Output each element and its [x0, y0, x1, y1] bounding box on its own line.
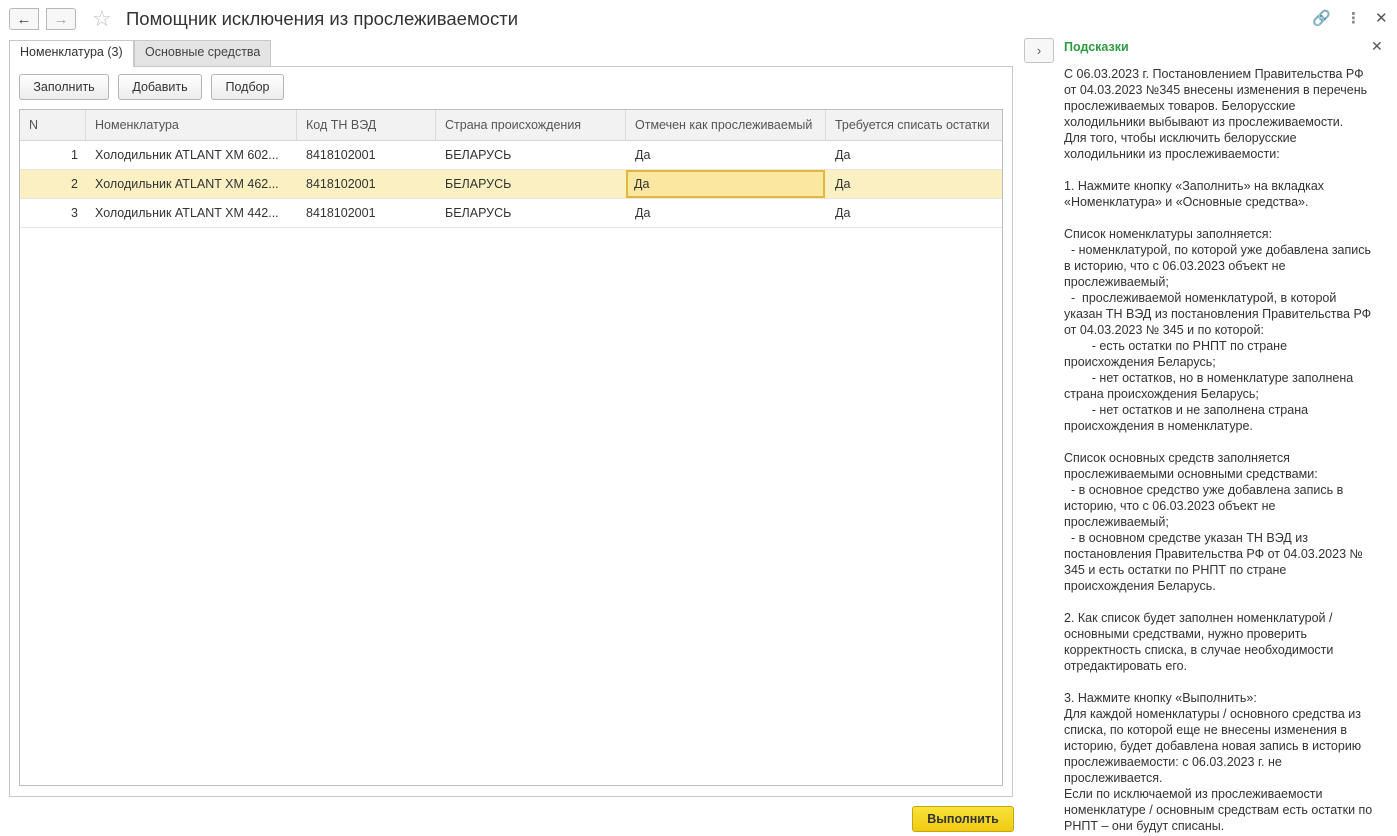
table-row[interactable]: 2 Холодильник ATLANT ХМ 462... 841810200… — [20, 170, 1002, 199]
table-row[interactable]: 3 Холодильник ATLANT ХМ 442... 841810200… — [20, 199, 1002, 228]
cell-nomenclature[interactable]: Холодильник ATLANT ХМ 442... — [86, 199, 297, 227]
cell-writeoff[interactable]: Да — [826, 199, 1002, 227]
tab-nomenclature[interactable]: Номенклатура (3) — [9, 40, 134, 67]
table-header: N Номенклатура Код ТН ВЭД Страна происхо… — [20, 110, 1002, 141]
tab-fixed-assets[interactable]: Основные средства — [134, 40, 272, 66]
cell-traceable[interactable]: Да — [626, 199, 826, 227]
cell-n: 2 — [71, 177, 78, 191]
cell-country[interactable]: БЕЛАРУСЬ — [436, 199, 626, 227]
nomenclature-table[interactable]: N Номенклатура Код ТН ВЭД Страна происхо… — [19, 109, 1003, 786]
hints-toggle-button[interactable]: › — [1024, 38, 1054, 63]
column-header-writeoff[interactable]: Требуется списать остатки — [826, 110, 1002, 141]
cell-code[interactable]: 8418102001 — [297, 170, 436, 198]
cell-nomenclature[interactable]: Холодильник ATLANT ХМ 602... — [86, 141, 297, 169]
close-icon[interactable]: ✕ — [1375, 9, 1388, 27]
column-header-traceable[interactable]: Отмечен как прослеживаемый — [626, 110, 826, 141]
cell-traceable[interactable]: Да — [626, 141, 826, 169]
cell-country[interactable]: БЕЛАРУСЬ — [436, 170, 626, 198]
arrow-right-icon: → — [53, 10, 69, 28]
forward-button[interactable]: → — [46, 8, 76, 30]
back-button[interactable]: ← — [9, 8, 39, 30]
column-header-nomenclature[interactable]: Номенклатура — [86, 110, 297, 141]
cell-traceable-focused[interactable]: Да — [626, 170, 825, 198]
fill-button[interactable]: Заполнить — [19, 74, 109, 100]
chevron-right-icon: › — [1036, 43, 1042, 58]
cell-nomenclature[interactable]: Холодильник ATLANT ХМ 462... — [86, 170, 297, 198]
title-bar: ← → ☆ Помощник исключения из прослеживае… — [0, 0, 1397, 38]
cell-n: 1 — [71, 148, 78, 162]
hints-close-icon[interactable]: ✕ — [1371, 38, 1383, 55]
cell-writeoff[interactable]: Да — [826, 170, 1002, 198]
cell-code[interactable]: 8418102001 — [297, 141, 436, 169]
column-header-n[interactable]: N — [20, 110, 86, 141]
table-row[interactable]: 1 Холодильник ATLANT ХМ 602... 841810200… — [20, 141, 1002, 170]
page-title: Помощник исключения из прослеживаемости — [126, 8, 519, 29]
cell-code[interactable]: 8418102001 — [297, 199, 436, 227]
column-header-country[interactable]: Страна происхождения — [436, 110, 626, 141]
arrow-left-icon: ← — [16, 10, 32, 28]
add-button[interactable]: Добавить — [118, 74, 202, 100]
execute-button[interactable]: Выполнить — [912, 806, 1014, 832]
pick-button[interactable]: Подбор — [211, 74, 284, 100]
column-header-code[interactable]: Код ТН ВЭД — [297, 110, 436, 141]
favorite-star-icon[interactable]: ☆ — [92, 8, 112, 30]
cell-n: 3 — [71, 206, 78, 220]
more-icon[interactable]: ⋮ — [1346, 9, 1361, 27]
link-icon[interactable]: 🔗 — [1312, 9, 1331, 27]
hints-text: С 06.03.2023 г. Постановлением Правитель… — [1064, 67, 1373, 833]
hints-title: Подсказки — [1064, 40, 1129, 54]
cell-writeoff[interactable]: Да — [826, 141, 1002, 169]
cell-country[interactable]: БЕЛАРУСЬ — [436, 141, 626, 169]
